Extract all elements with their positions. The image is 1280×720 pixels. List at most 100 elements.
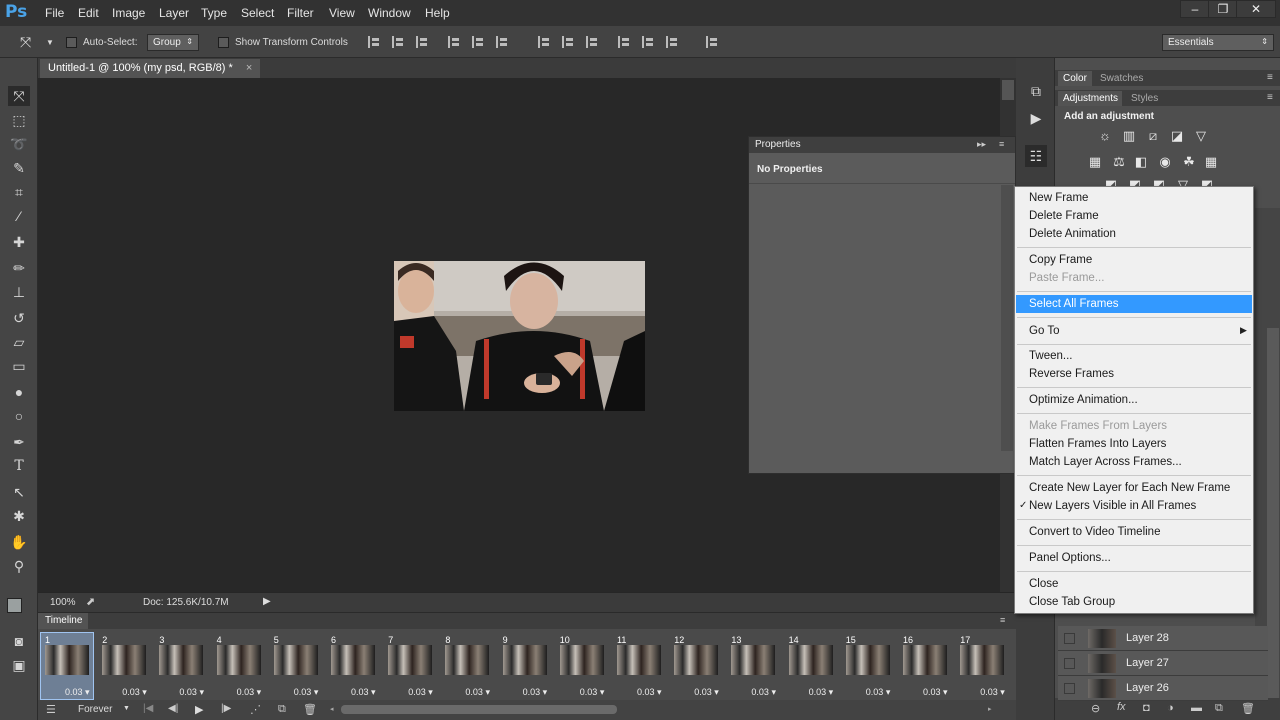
frame-delay[interactable]: 0.03 ▾: [809, 687, 834, 698]
scroll-left-icon[interactable]: ◂: [330, 705, 334, 713]
foreground-color-swatch[interactable]: [7, 598, 22, 613]
properties-scrollbar[interactable]: [1001, 185, 1013, 451]
menu-go-to[interactable]: Go To: [1029, 325, 1059, 337]
frame-delay[interactable]: 0.03 ▾: [751, 687, 776, 698]
close-tab-icon[interactable]: ×: [246, 62, 252, 74]
layer-row[interactable]: Layer 28: [1058, 626, 1268, 651]
frame-delay[interactable]: 0.03 ▾: [65, 687, 90, 698]
collapse-panel-icon[interactable]: ▸▸: [977, 139, 986, 150]
menu-window[interactable]: Window: [368, 6, 411, 20]
actions-play-icon[interactable]: ▶: [1025, 107, 1047, 129]
align-left-icon[interactable]: [448, 36, 461, 48]
posterize-icon[interactable]: ◩: [1127, 178, 1143, 186]
timeline-scrollbar-thumb[interactable]: [341, 705, 617, 714]
document-tab[interactable]: Untitled-1 @ 100% (my psd, RGB/8) * ×: [40, 59, 261, 78]
photo-filter-icon[interactable]: ◉: [1157, 155, 1173, 169]
frame-delay[interactable]: 0.03 ▾: [980, 687, 1005, 698]
timeline-frame[interactable]: 8 0.03 ▾: [441, 633, 493, 699]
channel-mixer-icon[interactable]: ☘: [1181, 155, 1197, 169]
frame-delay[interactable]: 0.03 ▾: [237, 687, 262, 698]
quick-select-tool-icon[interactable]: ✎: [8, 158, 30, 178]
threshold-icon[interactable]: ◩: [1151, 178, 1167, 186]
visibility-toggle[interactable]: [1064, 633, 1075, 644]
distribute-left-icon[interactable]: [618, 36, 631, 48]
properties-icon[interactable]: ☷: [1025, 145, 1047, 167]
timeline-frame[interactable]: 2 0.03 ▾: [98, 633, 150, 699]
menu-delete-animation[interactable]: Delete Animation: [1029, 228, 1116, 240]
hand-tool-icon[interactable]: ✋: [8, 532, 30, 552]
menu-optimize-animation[interactable]: Optimize Animation...: [1029, 394, 1138, 406]
align-hcenter-icon[interactable]: [472, 36, 485, 48]
timeline-menu-icon[interactable]: ≡: [1000, 615, 1005, 625]
shape-tool-icon[interactable]: ✱: [8, 506, 30, 526]
eraser-tool-icon[interactable]: ▱: [8, 332, 30, 352]
frame-delay[interactable]: 0.03 ▾: [294, 687, 319, 698]
delete-layer-icon[interactable]: 🗑: [1241, 702, 1255, 715]
screen-mode-icon[interactable]: ▣: [8, 655, 30, 675]
marquee-tool-icon[interactable]: ⬚: [8, 110, 30, 130]
chevron-down-icon[interactable]: ▼: [46, 38, 54, 47]
new-layer-icon[interactable]: ⧉: [1215, 702, 1223, 715]
frame-delay[interactable]: 0.03 ▾: [580, 687, 605, 698]
zoom-level[interactable]: 100%: [50, 597, 76, 608]
levels-icon[interactable]: ▥: [1121, 129, 1137, 143]
menu-layer[interactable]: Layer: [159, 6, 189, 20]
path-selection-tool-icon[interactable]: ↖: [8, 482, 30, 502]
visibility-toggle[interactable]: [1064, 658, 1075, 669]
zoom-tool-icon[interactable]: ⚲: [8, 556, 30, 576]
play-icon[interactable]: ▶: [195, 703, 203, 716]
history-icon[interactable]: ⧉: [1025, 80, 1047, 102]
scroll-right-icon[interactable]: ▸: [988, 705, 992, 713]
menu-filter[interactable]: Filter: [287, 6, 314, 20]
minimize-button[interactable]: –: [1180, 0, 1210, 18]
tween-icon[interactable]: ⋰: [250, 703, 261, 716]
frame-delay[interactable]: 0.03 ▾: [523, 687, 548, 698]
move-tool-icon[interactable]: ⤧: [20, 34, 31, 51]
menu-new-layers-visible[interactable]: New Layers Visible in All Frames: [1029, 500, 1196, 512]
menu-reverse-frames[interactable]: Reverse Frames: [1029, 368, 1114, 380]
lasso-tool-icon[interactable]: ➰: [8, 134, 30, 154]
tab-styles[interactable]: Styles: [1131, 93, 1158, 104]
menu-image[interactable]: Image: [112, 6, 145, 20]
scrollbar-thumb[interactable]: [1002, 80, 1014, 100]
auto-select-checkbox[interactable]: [66, 37, 77, 48]
add-mask-icon[interactable]: ◘: [1143, 702, 1150, 714]
invert-icon[interactable]: ◩: [1103, 178, 1119, 186]
menu-select[interactable]: Select: [241, 6, 274, 20]
menu-file[interactable]: File: [45, 6, 64, 20]
visibility-toggle[interactable]: [1064, 683, 1075, 694]
timeline-frame[interactable]: 1 0.03 ▾: [40, 632, 94, 700]
pen-tool-icon[interactable]: ✒: [8, 432, 30, 452]
menu-delete-frame[interactable]: Delete Frame: [1029, 210, 1099, 222]
timeline-frame[interactable]: 5 0.03 ▾: [270, 633, 322, 699]
timeline-frame[interactable]: 10 0.03 ▾: [556, 633, 608, 699]
tab-adjustments[interactable]: Adjustments: [1063, 93, 1118, 104]
loop-dropdown-icon[interactable]: ▼: [123, 705, 130, 712]
quick-mask-icon[interactable]: ◙: [8, 631, 30, 651]
tab-swatches[interactable]: Swatches: [1100, 73, 1143, 84]
menu-copy-frame[interactable]: Copy Frame: [1029, 254, 1092, 266]
close-window-button[interactable]: ✕: [1236, 0, 1276, 18]
healing-brush-tool-icon[interactable]: ✚: [8, 232, 30, 252]
loop-option[interactable]: Forever: [78, 704, 112, 715]
menu-view[interactable]: View: [329, 6, 355, 20]
timeline-frame[interactable]: 15 0.03 ▾: [842, 633, 894, 699]
selective-color-icon[interactable]: ◩: [1199, 178, 1215, 186]
link-layers-icon[interactable]: ⊖: [1091, 702, 1100, 715]
timeline-title[interactable]: Timeline: [45, 615, 82, 626]
brightness-contrast-icon[interactable]: ☼: [1097, 129, 1113, 143]
timeline-frame[interactable]: 7 0.03 ▾: [384, 633, 436, 699]
show-transform-checkbox[interactable]: [218, 37, 229, 48]
eyedropper-tool-icon[interactable]: ⁄: [8, 206, 30, 226]
menu-match-layer[interactable]: Match Layer Across Frames...: [1029, 456, 1182, 468]
menu-tween[interactable]: Tween...: [1029, 350, 1072, 362]
distribute-top-icon[interactable]: [538, 36, 551, 48]
blur-tool-icon[interactable]: ●: [8, 382, 30, 402]
menu-panel-options[interactable]: Panel Options...: [1029, 552, 1111, 564]
fx-icon[interactable]: fx: [1117, 701, 1126, 713]
duplicate-frame-icon[interactable]: ⧉: [278, 703, 286, 716]
frame-delay[interactable]: 0.03 ▾: [179, 687, 204, 698]
adjustments-panel-menu-icon[interactable]: ≡: [1267, 92, 1273, 103]
menu-select-all-frames[interactable]: Select All Frames: [1016, 295, 1252, 313]
menu-flatten-frames[interactable]: Flatten Frames Into Layers: [1029, 438, 1166, 450]
